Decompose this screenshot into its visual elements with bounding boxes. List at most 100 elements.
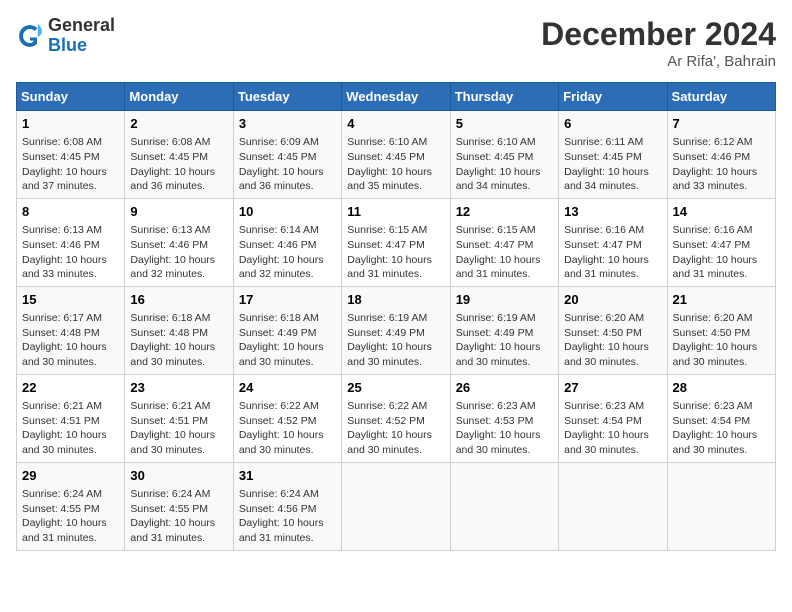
- day-number: 23: [130, 379, 227, 397]
- day-number: 3: [239, 115, 336, 133]
- day-info: Sunrise: 6:24 AMSunset: 4:56 PMDaylight:…: [239, 487, 336, 546]
- day-info: Sunrise: 6:10 AMSunset: 4:45 PMDaylight:…: [347, 135, 444, 194]
- day-cell: 21 Sunrise: 6:20 AMSunset: 4:50 PMDayligh…: [667, 286, 775, 374]
- day-number: 1: [22, 115, 119, 133]
- day-cell: [667, 462, 775, 550]
- day-cell: 22Sunrise: 6:21 AMSunset: 4:51 PMDayligh…: [17, 374, 125, 462]
- day-info: Sunrise: 6:16 AMSunset: 4:47 PMDaylight:…: [564, 223, 661, 282]
- day-cell: [559, 462, 667, 550]
- day-number: 14: [673, 203, 770, 221]
- day-info: Sunrise: 6:20 AMSunset: 4:50 PMDaylight:…: [564, 311, 661, 370]
- day-number: 21: [673, 291, 770, 309]
- day-info: Sunrise: 6:11 AMSunset: 4:45 PMDaylight:…: [564, 135, 661, 194]
- day-header-wednesday: Wednesday: [342, 83, 450, 111]
- day-number: 8: [22, 203, 119, 221]
- day-info: Sunrise: 6:19 AMSunset: 4:49 PMDaylight:…: [347, 311, 444, 370]
- day-info: Sunrise: 6:24 AMSunset: 4:55 PMDaylight:…: [130, 487, 227, 546]
- day-number: 15: [22, 291, 119, 309]
- day-cell: 23 Sunrise: 6:21 AMSunset: 4:51 PMDayligh…: [125, 374, 233, 462]
- day-cell: 19 Sunrise: 6:19 AMSunset: 4:49 PMDayligh…: [450, 286, 558, 374]
- day-info: Sunrise: 6:09 AMSunset: 4:45 PMDaylight:…: [239, 135, 336, 194]
- day-cell: 26 Sunrise: 6:23 AMSunset: 4:53 PMDayligh…: [450, 374, 558, 462]
- day-cell: 11 Sunrise: 6:15 AMSunset: 4:47 PMDayligh…: [342, 198, 450, 286]
- day-number: 16: [130, 291, 227, 309]
- day-number: 19: [456, 291, 553, 309]
- day-number: 17: [239, 291, 336, 309]
- title-block: December 2024 Ar Rifa', Bahrain: [541, 16, 776, 70]
- header-row: SundayMondayTuesdayWednesdayThursdayFrid…: [17, 83, 776, 111]
- day-cell: 7 Sunrise: 6:12 AMSunset: 4:46 PMDaylight…: [667, 111, 775, 199]
- logo: General Blue: [16, 16, 115, 56]
- day-info: Sunrise: 6:22 AMSunset: 4:52 PMDaylight:…: [239, 399, 336, 458]
- day-number: 11: [347, 203, 444, 221]
- day-cell: 3 Sunrise: 6:09 AMSunset: 4:45 PMDaylight…: [233, 111, 341, 199]
- day-info: Sunrise: 6:08 AMSunset: 4:45 PMDaylight:…: [22, 135, 119, 194]
- day-cell: 12 Sunrise: 6:15 AMSunset: 4:47 PMDayligh…: [450, 198, 558, 286]
- day-cell: 4 Sunrise: 6:10 AMSunset: 4:45 PMDaylight…: [342, 111, 450, 199]
- day-info: Sunrise: 6:17 AMSunset: 4:48 PMDaylight:…: [22, 311, 119, 370]
- day-number: 4: [347, 115, 444, 133]
- day-cell: 28 Sunrise: 6:23 AMSunset: 4:54 PMDayligh…: [667, 374, 775, 462]
- day-info: Sunrise: 6:15 AMSunset: 4:47 PMDaylight:…: [456, 223, 553, 282]
- calendar-table: SundayMondayTuesdayWednesdayThursdayFrid…: [16, 82, 776, 551]
- day-number: 7: [673, 115, 770, 133]
- day-info: Sunrise: 6:18 AMSunset: 4:48 PMDaylight:…: [130, 311, 227, 370]
- day-info: Sunrise: 6:12 AMSunset: 4:46 PMDaylight:…: [673, 135, 770, 194]
- day-cell: 31Sunrise: 6:24 AMSunset: 4:56 PMDayligh…: [233, 462, 341, 550]
- day-info: Sunrise: 6:24 AMSunset: 4:55 PMDaylight:…: [22, 487, 119, 546]
- day-number: 30: [130, 467, 227, 485]
- day-info: Sunrise: 6:08 AMSunset: 4:45 PMDaylight:…: [130, 135, 227, 194]
- day-header-friday: Friday: [559, 83, 667, 111]
- day-info: Sunrise: 6:21 AMSunset: 4:51 PMDaylight:…: [130, 399, 227, 458]
- location: Ar Rifa', Bahrain: [541, 53, 776, 70]
- day-cell: 15 Sunrise: 6:17 AMSunset: 4:48 PMDayligh…: [17, 286, 125, 374]
- day-number: 26: [456, 379, 553, 397]
- day-number: 25: [347, 379, 444, 397]
- day-cell: 16 Sunrise: 6:18 AMSunset: 4:48 PMDayligh…: [125, 286, 233, 374]
- day-cell: 18 Sunrise: 6:19 AMSunset: 4:49 PMDayligh…: [342, 286, 450, 374]
- day-number: 28: [673, 379, 770, 397]
- day-cell: 6 Sunrise: 6:11 AMSunset: 4:45 PMDaylight…: [559, 111, 667, 199]
- logo-line1: General: [48, 16, 115, 36]
- day-header-monday: Monday: [125, 83, 233, 111]
- day-cell: 9 Sunrise: 6:13 AMSunset: 4:46 PMDaylight…: [125, 198, 233, 286]
- day-info: Sunrise: 6:13 AMSunset: 4:46 PMDaylight:…: [130, 223, 227, 282]
- day-info: Sunrise: 6:23 AMSunset: 4:54 PMDaylight:…: [673, 399, 770, 458]
- day-number: 18: [347, 291, 444, 309]
- day-number: 13: [564, 203, 661, 221]
- day-cell: 25 Sunrise: 6:22 AMSunset: 4:52 PMDayligh…: [342, 374, 450, 462]
- day-header-saturday: Saturday: [667, 83, 775, 111]
- day-info: Sunrise: 6:23 AMSunset: 4:53 PMDaylight:…: [456, 399, 553, 458]
- day-number: 20: [564, 291, 661, 309]
- day-header-thursday: Thursday: [450, 83, 558, 111]
- day-cell: 24 Sunrise: 6:22 AMSunset: 4:52 PMDayligh…: [233, 374, 341, 462]
- day-cell: [450, 462, 558, 550]
- day-info: Sunrise: 6:14 AMSunset: 4:46 PMDaylight:…: [239, 223, 336, 282]
- logo-icon: [16, 22, 44, 50]
- day-number: 29: [22, 467, 119, 485]
- day-info: Sunrise: 6:22 AMSunset: 4:52 PMDaylight:…: [347, 399, 444, 458]
- logo-line2: Blue: [48, 36, 115, 56]
- day-info: Sunrise: 6:10 AMSunset: 4:45 PMDaylight:…: [456, 135, 553, 194]
- day-info: Sunrise: 6:15 AMSunset: 4:47 PMDaylight:…: [347, 223, 444, 282]
- day-number: 12: [456, 203, 553, 221]
- day-number: 6: [564, 115, 661, 133]
- day-info: Sunrise: 6:19 AMSunset: 4:49 PMDaylight:…: [456, 311, 553, 370]
- day-cell: 13 Sunrise: 6:16 AMSunset: 4:47 PMDayligh…: [559, 198, 667, 286]
- day-cell: 2Sunrise: 6:08 AMSunset: 4:45 PMDaylight…: [125, 111, 233, 199]
- day-number: 24: [239, 379, 336, 397]
- day-info: Sunrise: 6:13 AMSunset: 4:46 PMDaylight:…: [22, 223, 119, 282]
- day-info: Sunrise: 6:20 AMSunset: 4:50 PMDaylight:…: [673, 311, 770, 370]
- day-cell: 30 Sunrise: 6:24 AMSunset: 4:55 PMDayligh…: [125, 462, 233, 550]
- week-row-1: 1 Sunrise: 6:08 AMSunset: 4:45 PMDaylight…: [17, 111, 776, 199]
- day-cell: 1 Sunrise: 6:08 AMSunset: 4:45 PMDaylight…: [17, 111, 125, 199]
- day-cell: 29 Sunrise: 6:24 AMSunset: 4:55 PMDayligh…: [17, 462, 125, 550]
- day-number: 9: [130, 203, 227, 221]
- day-header-sunday: Sunday: [17, 83, 125, 111]
- day-cell: [342, 462, 450, 550]
- day-number: 27: [564, 379, 661, 397]
- logo-text: General Blue: [48, 16, 115, 56]
- week-row-3: 15 Sunrise: 6:17 AMSunset: 4:48 PMDayligh…: [17, 286, 776, 374]
- day-cell: 14Sunrise: 6:16 AMSunset: 4:47 PMDayligh…: [667, 198, 775, 286]
- week-row-2: 8 Sunrise: 6:13 AMSunset: 4:46 PMDaylight…: [17, 198, 776, 286]
